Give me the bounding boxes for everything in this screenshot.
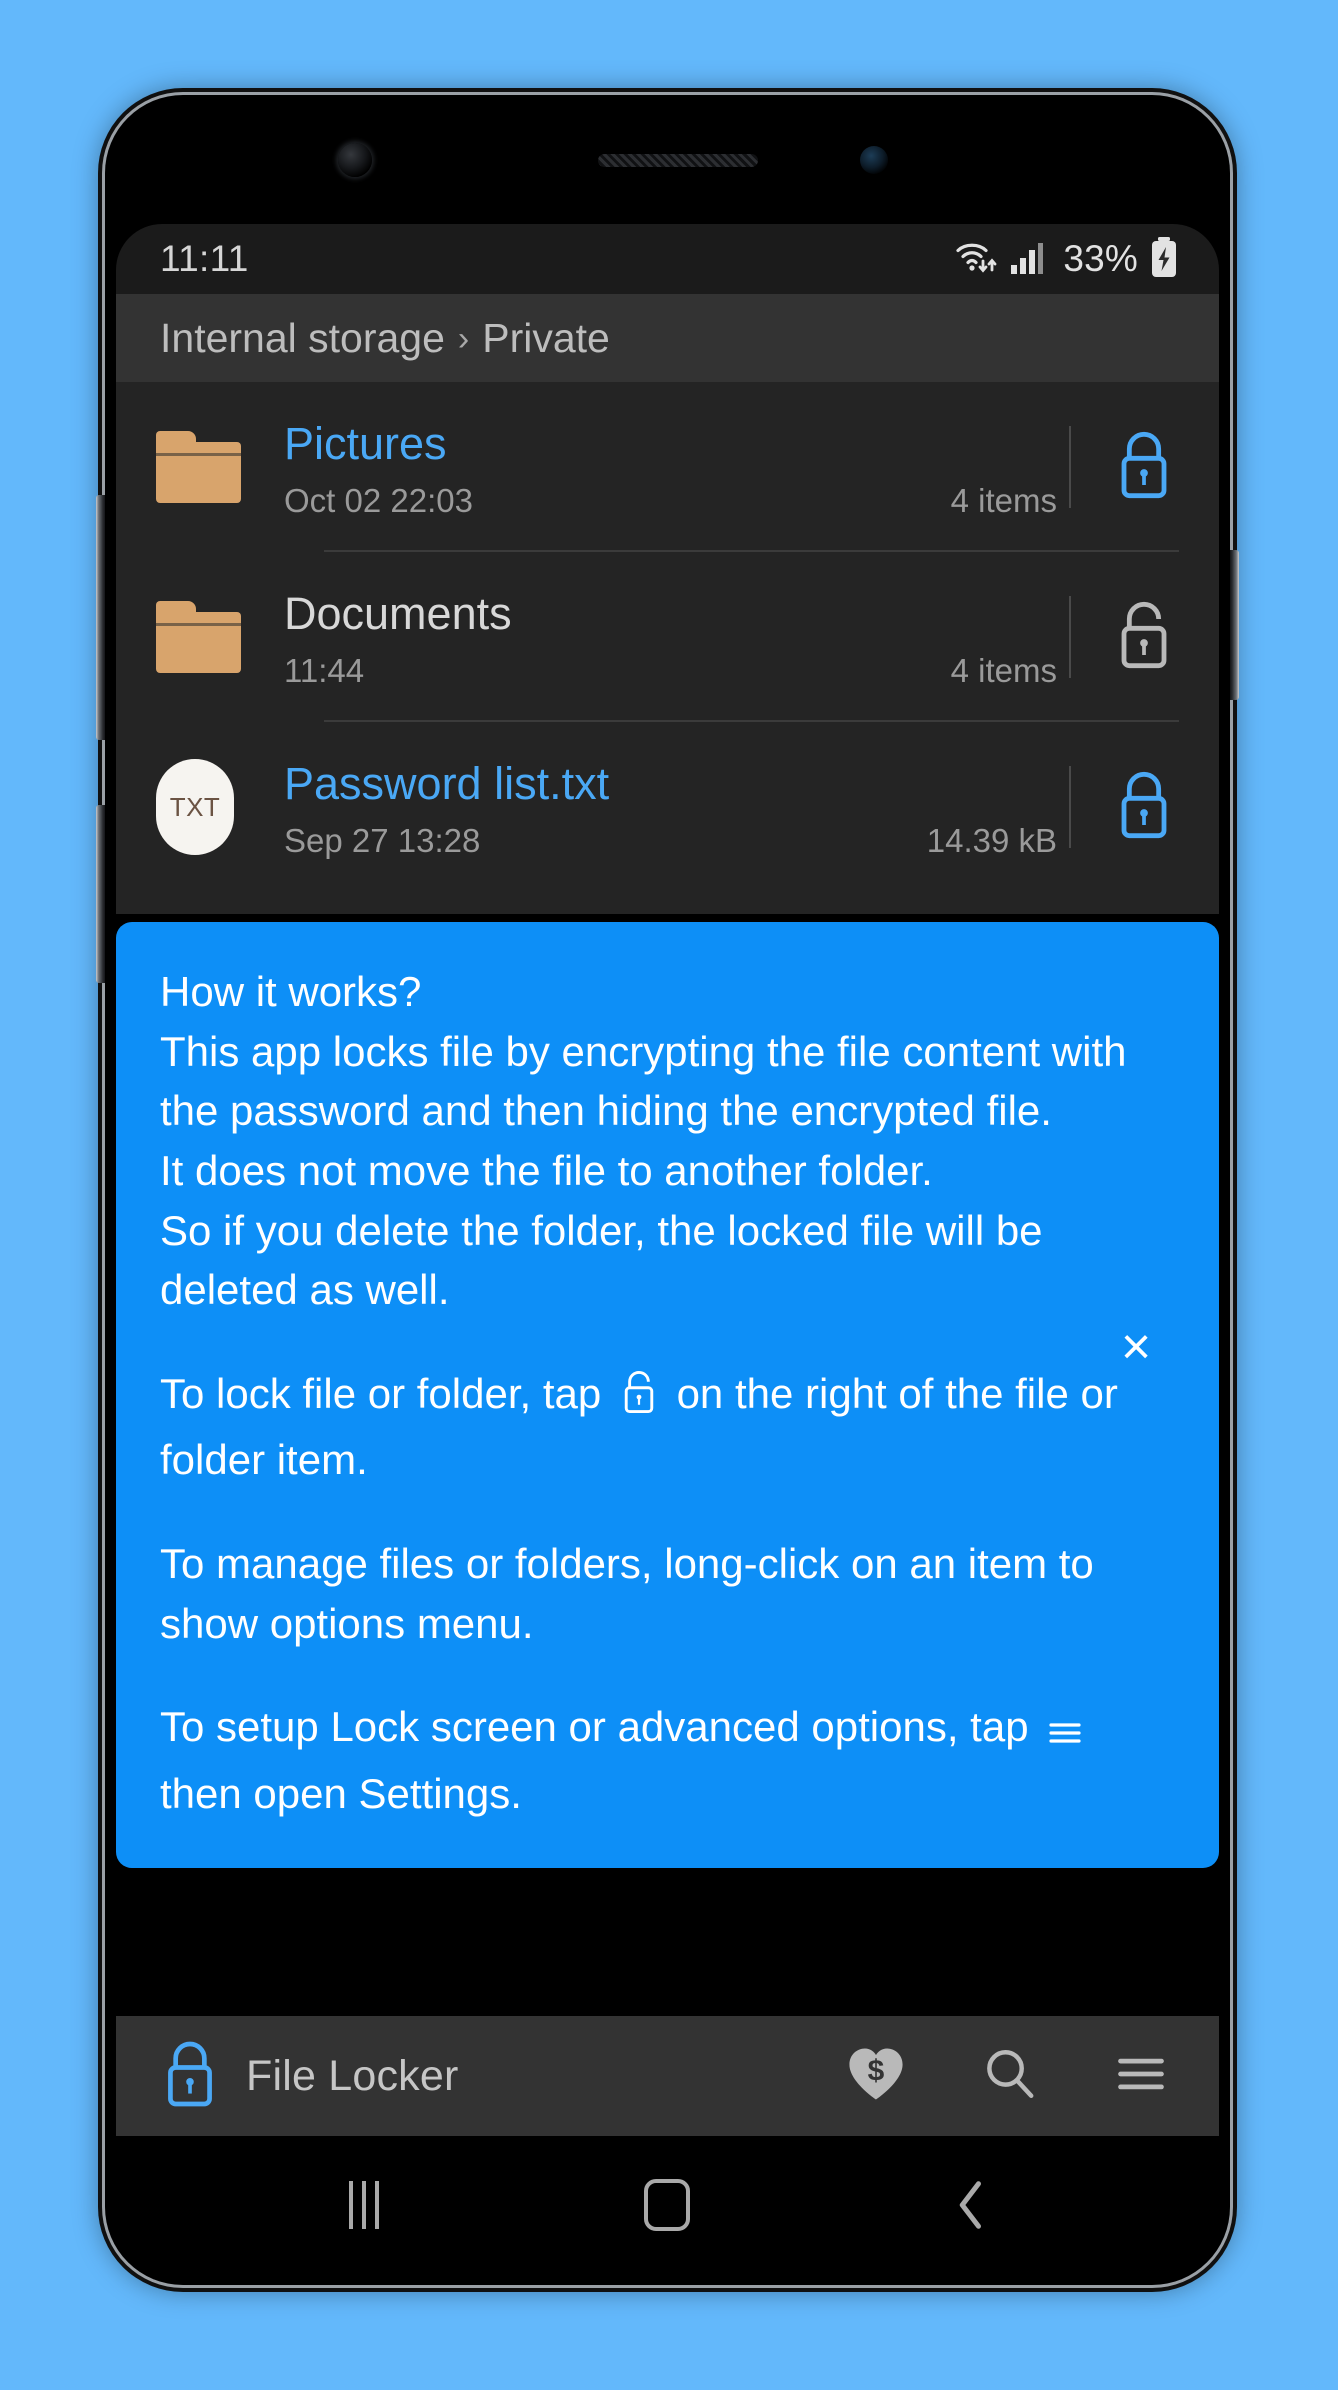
close-icon[interactable]: × [1107,1318,1165,1376]
side-key-button[interactable] [1230,550,1239,700]
file-size: 14.39 kB [926,822,1057,860]
status-bar: 11:11 33% [116,224,1219,294]
back-icon[interactable] [916,2150,1026,2260]
info-line-4: So if you delete the folder, the locked … [160,1206,1043,1314]
table-row[interactable]: Documents 11:44 4 items [116,552,1219,722]
app-bottom-bar: File Locker $ [116,2016,1219,2136]
cellular-signal-icon [1010,239,1044,280]
android-nav-bar [116,2136,1219,2274]
info-line-7: To setup Lock screen or advanced options… [160,1697,1177,1823]
lock-open-icon[interactable] [1113,599,1175,676]
breadcrumb-root[interactable]: Internal storage [160,315,445,362]
file-date: Oct 02 22:03 [284,482,473,520]
app-title: File Locker [246,2051,459,2100]
search-icon[interactable] [981,2045,1039,2108]
chevron-right-icon: › [457,319,470,358]
table-row[interactable]: TXT Password list.txt Sep 27 13:28 14.39… [116,722,1219,892]
file-meta: Sep 27 13:28 14.39 kB [284,822,1069,860]
info-line-7-before: To setup Lock screen or advanced options… [160,1703,1029,1751]
file-name[interactable]: Pictures [284,419,1069,469]
battery-percent-label: 33% [1063,238,1138,279]
hamburger-menu-icon[interactable] [1113,2049,1169,2104]
file-list: Pictures Oct 02 22:03 4 items Documents … [116,382,1219,914]
phone-device-frame: 11:11 33% Internal storage › Private Pic… [96,95,1239,2285]
file-name[interactable]: Documents [284,589,1069,639]
hamburger-menu-icon [1046,1704,1084,1764]
lock-toggle-button[interactable] [1069,382,1219,552]
file-date: Sep 27 13:28 [284,822,481,860]
info-line-5: To lock file or folder, tap on the right… [160,1364,1177,1490]
status-icon-group: 33% [955,236,1179,283]
file-name[interactable]: Password list.txt [284,759,1069,809]
txt-file-icon-label: TXT [156,759,234,855]
folder-icon [156,431,284,503]
file-size: 4 items [950,652,1057,690]
info-line-1: How it works? [160,968,422,1015]
info-line-3: It does not move the file to another fol… [160,1146,933,1194]
file-info: Password list.txt Sep 27 13:28 14.39 kB [284,722,1069,892]
info-line-5-before: To lock file or folder, tap [160,1369,602,1417]
wifi-data-icon [955,237,999,282]
file-meta: 11:44 4 items [284,652,1069,690]
phone-screen: 11:11 33% Internal storage › Private Pic… [116,224,1219,2274]
lock-closed-icon [160,2038,220,2115]
txt-file-icon: TXT [156,759,284,855]
how-it-works-info-panel: How it works? This app locks file by enc… [116,922,1219,1868]
volume-button[interactable] [96,495,105,740]
proximity-sensor-icon [860,146,888,174]
file-meta: Oct 02 22:03 4 items [284,482,1069,520]
lock-open-icon [619,1369,659,1431]
app-bar-actions: $ [845,2044,1173,2109]
folder-icon [156,601,284,673]
donate-heart-dollar-icon[interactable]: $ [845,2044,907,2109]
earpiece-speaker-grille [598,154,758,167]
recents-icon[interactable] [309,2150,419,2260]
lock-closed-icon[interactable] [1113,429,1175,506]
phone-bezel: 11:11 33% Internal storage › Private Pic… [116,106,1219,2274]
status-clock: 11:11 [160,238,249,279]
power-button[interactable] [96,805,105,983]
breadcrumb-current[interactable]: Private [482,315,610,362]
info-line-6: To manage files or folders, long-click o… [160,1540,1094,1647]
breadcrumb[interactable]: Internal storage › Private [116,294,1219,382]
battery-charging-icon [1149,236,1179,283]
lock-toggle-button[interactable] [1069,552,1219,722]
lock-toggle-button[interactable] [1069,722,1219,892]
info-line-2: This app locks file by encrypting the fi… [160,1027,1127,1135]
home-icon[interactable] [612,2150,722,2260]
front-camera-icon [338,143,372,177]
info-line-7-after: then open Settings. [160,1769,522,1817]
table-row[interactable]: Pictures Oct 02 22:03 4 items [116,382,1219,552]
file-size: 4 items [950,482,1057,520]
phone-top-hardware [116,106,1219,224]
file-info: Documents 11:44 4 items [284,552,1069,722]
file-date: 11:44 [284,652,365,690]
file-info: Pictures Oct 02 22:03 4 items [284,382,1069,552]
lock-closed-icon[interactable] [1113,769,1175,846]
svg-text:$: $ [868,2054,885,2087]
